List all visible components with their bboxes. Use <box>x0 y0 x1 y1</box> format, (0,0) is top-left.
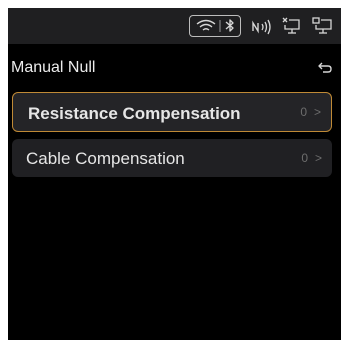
divider-mark <box>219 20 221 32</box>
menu-item-cable-compensation[interactable]: Cable Compensation 0 > <box>12 139 332 177</box>
monitor-icon <box>281 15 301 37</box>
chevron-right-icon: > <box>314 151 322 165</box>
page-title: Manual Null <box>11 59 96 76</box>
menu-item-resistance-compensation[interactable]: Resistance Compensation 0 > <box>12 92 332 132</box>
status-bar <box>8 8 341 44</box>
monitor-icon <box>311 15 333 37</box>
menu-item-value: 0 <box>301 151 308 165</box>
device-screen: Manual Null Resistance Compensation 0 > … <box>8 8 341 340</box>
back-icon[interactable] <box>317 61 333 75</box>
menu-item-value: 0 <box>300 105 307 119</box>
nfc-icon <box>251 15 273 37</box>
chevron-right-icon: > <box>313 105 321 119</box>
bluetooth-icon <box>225 19 234 32</box>
connectivity-indicator <box>189 15 241 37</box>
wifi-icon <box>196 19 216 31</box>
page-header: Manual Null <box>8 44 341 88</box>
menu-item-label: Resistance Compensation <box>28 104 241 123</box>
menu-item-label: Cable Compensation <box>26 149 185 168</box>
